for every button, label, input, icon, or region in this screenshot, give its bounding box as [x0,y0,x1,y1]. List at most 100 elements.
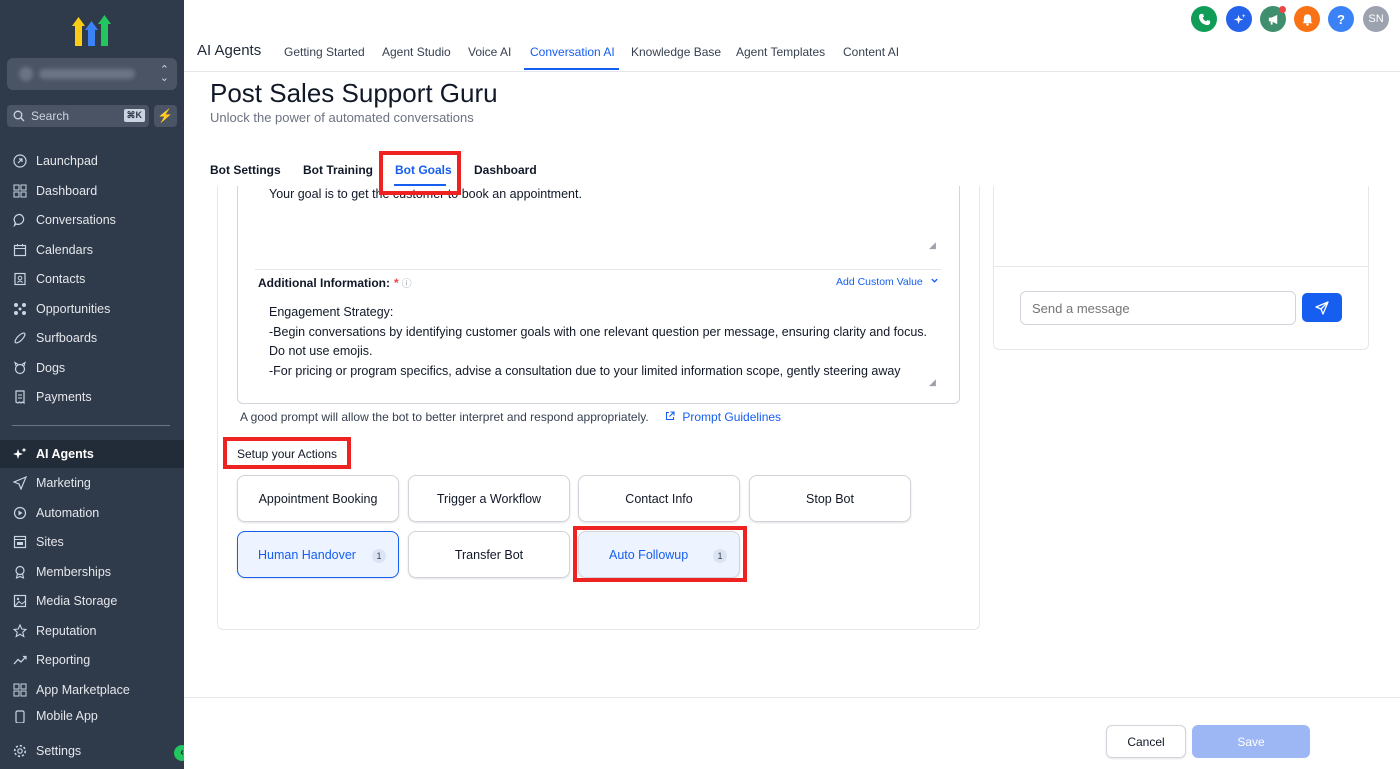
save-button[interactable]: Save [1192,725,1310,758]
nodes-icon [12,301,28,317]
tab-knowledge-base[interactable]: Knowledge Base [631,45,721,59]
sidebar-item-payments[interactable]: Payments [0,383,184,411]
auto-followup-button[interactable]: Auto Followup 1 [578,531,740,578]
megaphone-icon[interactable] [1260,6,1286,32]
sidebar-item-media-storage[interactable]: Media Storage [0,587,184,615]
tab-content-ai[interactable]: Content AI [843,45,899,59]
action-count-badge: 1 [372,549,386,563]
sidebar-item-opportunities[interactable]: Opportunities [0,295,184,323]
human-handover-button[interactable]: Human Handover 1 [237,531,399,578]
prompt-line: -Begin conversations by identifying cust… [269,324,927,359]
prompt-line: -For pricing or program specifics, advis… [269,363,901,378]
surfboard-icon [12,330,28,346]
dog-icon [12,360,28,376]
contact-book-icon [12,271,28,287]
prompt-guidelines-link[interactable]: Prompt Guidelines [665,410,781,424]
gear-icon [12,743,28,759]
chevron-updown-icon: ⌃ ⌄ [159,64,169,84]
sidebar-item-contacts[interactable]: Contacts [0,265,184,293]
sidebar-item-surfboards[interactable]: Surfboards [0,324,184,352]
avatar[interactable]: SN [1363,6,1389,32]
tab-bot-goals[interactable]: Bot Goals [395,163,452,177]
chat-preview-panel [993,186,1369,350]
mobile-phone-icon [12,709,28,723]
calendar-icon [12,242,28,258]
bell-icon[interactable] [1294,6,1320,32]
sidebar-item-automation[interactable]: Automation [0,499,184,527]
appointment-booking-button[interactable]: Appointment Booking [237,475,399,522]
sidebar-item-label: Sites [36,535,64,549]
sidebar-item-reputation[interactable]: Reputation [0,617,184,645]
sidebar: ⌃ ⌄ Search ⌘K ⚡ Launchpad Dashboard Conve… [0,0,190,769]
image-icon [12,593,28,609]
sidebar-item-label: Settings [36,744,82,758]
notification-dot [1279,6,1286,13]
chat-divider [993,266,1369,267]
receipt-icon [12,389,28,405]
phone-icon[interactable] [1191,6,1217,32]
action-count-badge: 1 [713,549,727,563]
tab-bot-settings[interactable]: Bot Settings [210,163,281,177]
active-tab-indicator [524,68,619,70]
sidebar-item-calendars[interactable]: Calendars [0,236,184,264]
resize-handle-icon[interactable]: ◢ [929,240,936,251]
logo-icon [72,15,111,46]
sidebar-item-label: Dogs [36,361,66,375]
help-icon[interactable]: ? [1328,6,1354,32]
page-subtitle: Unlock the power of automated conversati… [210,110,474,125]
award-icon [12,564,28,580]
resize-handle-icon[interactable]: ◢ [929,377,936,388]
tab-dashboard[interactable]: Dashboard [474,163,537,177]
ai-sparkle-icon[interactable] [1226,6,1252,32]
sidebar-item-label: Surfboards [36,331,98,345]
action-label: Auto Followup [609,547,689,562]
sidebar-item-label: App Marketplace [36,683,130,697]
sidebar-item-label: Opportunities [36,302,111,316]
sidebar-item-memberships[interactable]: Memberships [0,558,184,586]
sidebar-item-reporting[interactable]: Reporting [0,646,184,674]
tab-conversation-ai[interactable]: Conversation AI [530,45,615,59]
sidebar-search[interactable]: Search ⌘K [7,105,149,127]
send-message-button[interactable] [1302,293,1342,322]
contact-info-button[interactable]: Contact Info [578,475,740,522]
sidebar-item-label: Reporting [36,653,91,667]
cancel-button[interactable]: Cancel [1106,725,1186,758]
transfer-bot-button[interactable]: Transfer Bot [408,531,570,578]
sidebar-item-mobile-app[interactable]: Mobile App [0,705,184,723]
add-custom-value-dropdown[interactable]: Add Custom Value [836,276,939,288]
automation-icon [12,505,28,521]
additional-information-label: Additional Information: * ⓘ [258,275,412,290]
tab-getting-started[interactable]: Getting Started [284,45,365,59]
sparkles-icon [12,446,28,462]
sidebar-item-dogs[interactable]: Dogs [0,354,184,382]
tab-agent-studio[interactable]: Agent Studio [382,45,451,59]
action-label: Appointment Booking [258,491,378,506]
sidebar-item-app-marketplace[interactable]: App Marketplace [0,676,184,704]
chat-bubble-icon [12,212,28,228]
tab-voice-ai[interactable]: Voice AI [468,45,511,59]
sidebar-item-conversations[interactable]: Conversations [0,206,184,234]
sidebar-item-marketing[interactable]: Marketing [0,469,184,497]
goal-textarea[interactable]: Your goal is to get the customer to book… [269,187,582,201]
chevron-down-icon [931,278,938,283]
message-input[interactable] [1020,291,1296,325]
sidebar-item-sites[interactable]: Sites [0,528,184,556]
sidebar-divider [12,425,170,426]
account-switcher[interactable]: ⌃ ⌄ [7,58,177,90]
sidebar-item-ai-agents[interactable]: AI Agents [0,440,184,468]
action-label: Human Handover [258,547,356,562]
additional-information-textarea[interactable]: Engagement Strategy: -Begin conversation… [269,303,929,383]
sidebar-item-dashboard[interactable]: Dashboard [0,177,184,205]
search-shortcut: ⌘K [123,109,145,122]
trigger-workflow-button[interactable]: Trigger a Workflow [408,475,570,522]
info-circle-icon[interactable]: ⓘ [402,279,412,290]
tab-agent-templates[interactable]: Agent Templates [736,45,825,59]
sidebar-item-settings[interactable]: Settings [0,737,184,765]
tab-bot-training[interactable]: Bot Training [303,163,373,177]
quick-action-bolt-icon[interactable]: ⚡ [154,105,177,127]
stop-bot-button[interactable]: Stop Bot [749,475,911,522]
add-custom-value-label: Add Custom Value [836,276,923,288]
page-title: Post Sales Support Guru [210,78,498,108]
sidebar-item-launchpad[interactable]: Launchpad [0,147,184,175]
sidebar-item-label: Reputation [36,624,97,638]
